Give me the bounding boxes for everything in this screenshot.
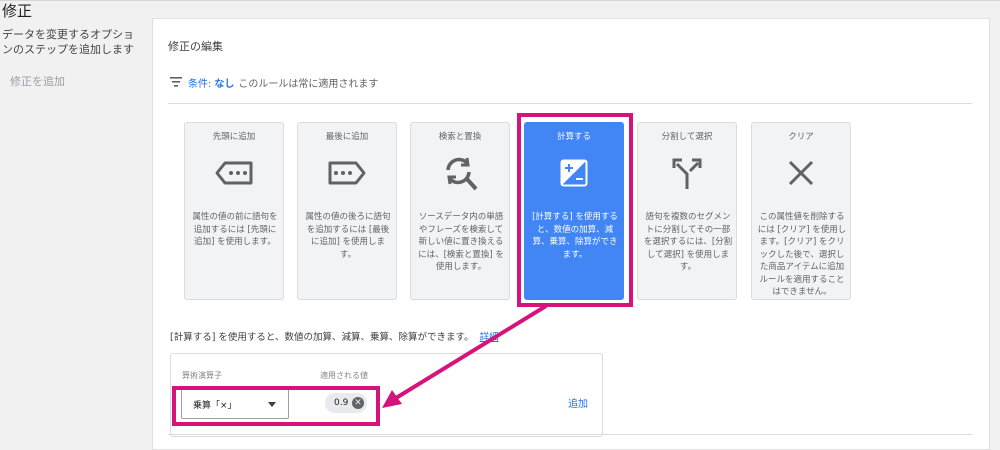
info-text: [計算する] を使用すると、数値の加算、減算、乗算、除算ができます。 xyxy=(170,332,474,343)
condition-value[interactable]: なし xyxy=(214,75,234,90)
add-value-button[interactable]: 追加 xyxy=(568,395,588,410)
card-prepend[interactable]: 先頭に追加 属性の値の前に語句を追加するには [先頭に追加] を使用します。 xyxy=(184,122,284,300)
operator-label: 算術演算子 xyxy=(182,371,222,380)
card-title: 分割して選択 xyxy=(661,132,713,142)
divider xyxy=(168,434,972,435)
highlight-box-calculate xyxy=(517,113,633,307)
append-tag-icon xyxy=(328,161,366,185)
card-description: 語句を複数のセグメントに分割してその一部を選択するには、[分割して選択] を使用… xyxy=(643,212,733,272)
card-title: クリア xyxy=(788,132,814,142)
edit-panel-title: 修正の編集 xyxy=(168,40,223,53)
condition-label: 条件: xyxy=(188,78,212,90)
card-append[interactable]: 最後に追加 属性の値の後ろに語句を追加するには [最後に追加] を使用します。 xyxy=(297,122,397,300)
filter-icon xyxy=(170,77,182,87)
card-split[interactable]: 分割して選択 語句を複数のセグメントに分割してその一部を選択するには、[分割して… xyxy=(637,122,737,300)
card-clear[interactable]: クリア この属性値を削除するには [クリア] を使用します。[クリア] をクリッ… xyxy=(751,122,851,300)
page-title: 修正 xyxy=(2,2,33,20)
condition-text: このルールは常に適用されます xyxy=(238,78,379,90)
divider xyxy=(168,103,972,104)
info-row: [計算する] を使用すると、数値の加算、減算、乗算、除算ができます。 詳細 xyxy=(170,329,499,343)
find-replace-icon xyxy=(446,157,478,191)
top-divider xyxy=(0,0,1000,1)
sidebar-description: データを変更するオプションのステップを追加します xyxy=(2,28,134,56)
add-modification-link[interactable]: 修正を追加 xyxy=(10,73,65,89)
card-find-replace[interactable]: 検索と置換 ソースデータ内の単語やフレーズを検索して新しい値に置き換えるには、[… xyxy=(410,122,510,300)
card-title: 最後に追加 xyxy=(325,132,369,142)
details-link[interactable]: 詳細 xyxy=(480,332,499,343)
card-title: 先頭に追加 xyxy=(212,132,256,142)
card-title: 検索と置換 xyxy=(438,132,482,142)
condition-row[interactable]: 条件: なし このルールは常に適用されます xyxy=(170,75,379,90)
split-icon xyxy=(672,158,702,189)
card-description: 属性の値の後ろに語句を追加するには [最後に追加] を使用します。 xyxy=(305,212,391,260)
card-description: 属性の値の前に語句を追加するには [先頭に追加] を使用します。 xyxy=(192,212,278,247)
close-icon xyxy=(788,160,814,186)
value-label: 適用される値 xyxy=(320,371,368,380)
prepend-tag-icon xyxy=(215,161,253,185)
card-description: この属性値を削除するには [クリア] を使用します。[クリア] をクリックした後… xyxy=(757,212,847,297)
card-description: ソースデータ内の単語やフレーズを検索して新しい値に置き換えるには、[検索と置換]… xyxy=(418,212,504,272)
highlight-box-inputs xyxy=(172,386,380,426)
